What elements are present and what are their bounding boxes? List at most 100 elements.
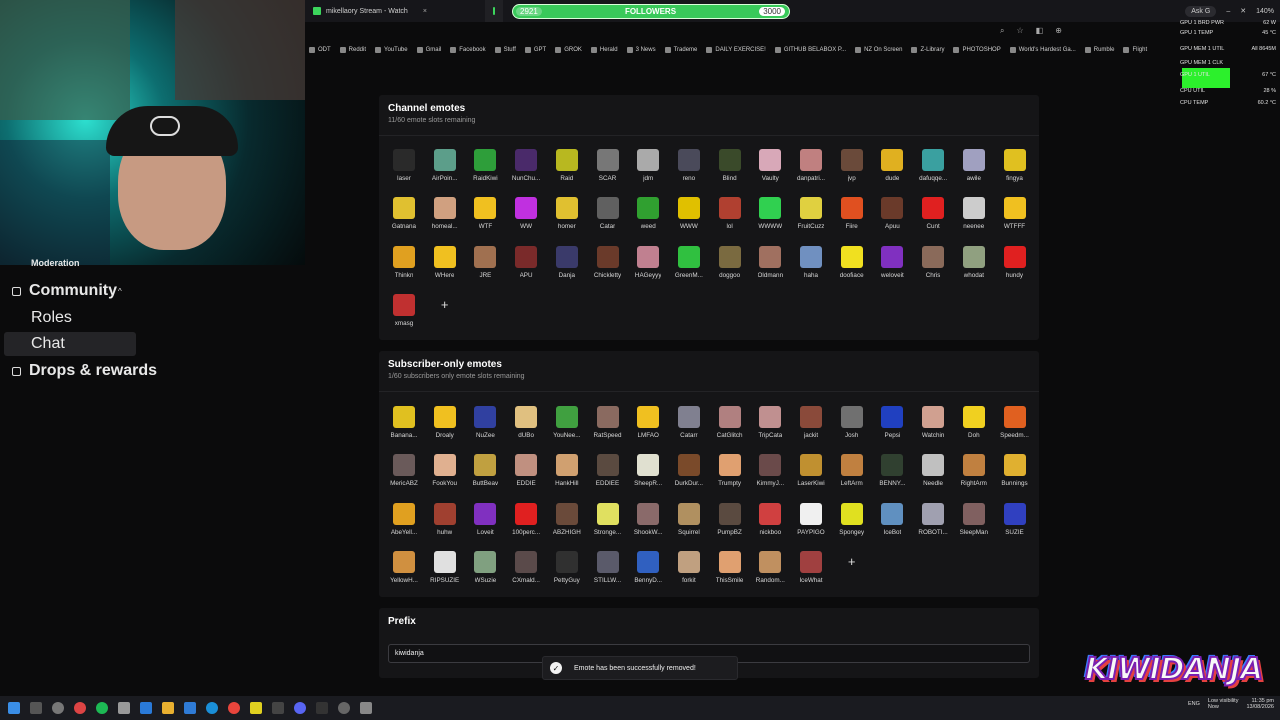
sidebar-item-moderation[interactable]: Moderation	[31, 253, 80, 273]
emote-item[interactable]: Speedm...	[995, 406, 1035, 454]
emote-item[interactable]: Catarr	[669, 406, 709, 454]
emote-item[interactable]: PAYPIGO	[791, 502, 831, 551]
emote-item[interactable]: WW	[506, 197, 546, 245]
obs-icon[interactable]	[338, 702, 350, 714]
emote-item[interactable]: LMFAO	[628, 406, 668, 454]
emote-item[interactable]: DurkDur...	[669, 454, 709, 502]
emote-item[interactable]: doggoo	[710, 245, 750, 294]
emote-item[interactable]: Trumpty	[710, 454, 750, 502]
extension-icon[interactable]: ◧	[1036, 26, 1044, 36]
spotify-icon[interactable]	[96, 702, 108, 714]
emote-item[interactable]: Cunt	[913, 197, 953, 245]
emote-item[interactable]: Banana...	[384, 406, 424, 454]
settings-icon[interactable]	[52, 702, 64, 714]
emote-item[interactable]: huhw	[425, 502, 465, 551]
emote-item[interactable]: Catar	[588, 197, 628, 245]
emote-item[interactable]: xmasg	[384, 293, 424, 342]
sidebar-item-drops[interactable]: Drops & rewards	[12, 359, 157, 383]
weather-widget[interactable]: Low visibility Now	[1208, 698, 1239, 710]
emote-item[interactable]: Doh	[954, 406, 994, 454]
emote-item[interactable]: Danja	[547, 245, 587, 294]
emote-item[interactable]: Chris	[913, 245, 953, 294]
close-window-icon[interactable]: ✕	[1240, 7, 1246, 15]
discord-icon[interactable]	[294, 702, 306, 714]
emote-item[interactable]: Droaly	[425, 406, 465, 454]
emote-item[interactable]: ROBOTI...	[913, 502, 953, 551]
emote-item[interactable]: JRE	[465, 245, 505, 294]
emote-item[interactable]: nickboo	[750, 502, 790, 551]
emote-item[interactable]: EDDIE	[506, 454, 546, 502]
bookmark-item[interactable]: GPT	[524, 47, 546, 53]
emote-item[interactable]: weed	[628, 197, 668, 245]
emote-item[interactable]: AbeYell...	[384, 502, 424, 551]
emote-item[interactable]: CXmald...	[506, 550, 546, 599]
emote-item[interactable]: PettyGuy	[547, 550, 587, 599]
bookmark-item[interactable]: PHOTOSHOP	[953, 47, 1001, 53]
bookmark-item[interactable]: Herald	[590, 47, 618, 53]
emote-item[interactable]: RightArm	[954, 454, 994, 502]
app-icon[interactable]	[184, 702, 196, 714]
sidebar-item-chat[interactable]: Chat	[4, 332, 136, 356]
emote-item[interactable]: Fiire	[832, 197, 872, 245]
sidebar-item-roles[interactable]: Roles	[31, 306, 72, 330]
emote-item[interactable]: RaidKiwi	[465, 149, 505, 197]
emote-item[interactable]: KimmyJ...	[750, 454, 790, 502]
emote-item[interactable]: CatGlitch	[710, 406, 750, 454]
bookmark-item[interactable]: Reddit	[339, 47, 366, 53]
folder-icon[interactable]	[162, 702, 174, 714]
start-icon[interactable]	[8, 702, 20, 714]
tab-close-icon[interactable]: ×	[423, 8, 427, 15]
emote-item[interactable]: WHere	[425, 245, 465, 294]
emote-item[interactable]: Spongey	[832, 502, 872, 551]
emote-item[interactable]: Vaulty	[750, 149, 790, 197]
bookmark-item[interactable]: GROK	[555, 47, 582, 53]
emote-item[interactable]: Josh	[832, 406, 872, 454]
chrome-icon[interactable]	[228, 702, 240, 714]
emote-item[interactable]: jackit	[791, 406, 831, 454]
emote-item[interactable]: homer	[547, 197, 587, 245]
emote-item[interactable]: Squirrel	[669, 502, 709, 551]
emote-item[interactable]: WTFFF	[995, 197, 1035, 245]
emote-item[interactable]: jvp	[832, 149, 872, 197]
bookmark-item[interactable]: Z-Library	[911, 47, 944, 53]
app-icon[interactable]	[360, 702, 372, 714]
app-icon[interactable]	[118, 702, 130, 714]
add-emote-button[interactable]: +	[434, 294, 456, 316]
emote-item[interactable]: whodat	[954, 245, 994, 294]
emote-item[interactable]: GreenM...	[669, 245, 709, 294]
emote-item[interactable]: SCAR	[588, 149, 628, 197]
emote-item[interactable]: Pepsi	[872, 406, 912, 454]
bookmark-item[interactable]: ODT	[309, 47, 331, 53]
clock[interactable]: 11:35 pm 13/08/2026	[1246, 698, 1274, 710]
app-icon[interactable]	[316, 702, 328, 714]
emote-item[interactable]: Random...	[750, 550, 790, 599]
emote-item[interactable]: Stronge...	[588, 502, 628, 551]
emote-item[interactable]: BennyD...	[628, 550, 668, 599]
emote-item[interactable]: neenee	[954, 197, 994, 245]
emote-item[interactable]: Watchin	[913, 406, 953, 454]
emote-item[interactable]: Loveit	[465, 502, 505, 551]
search-icon[interactable]: ⌕	[1000, 26, 1004, 36]
emote-item[interactable]: Chickletty	[588, 245, 628, 294]
emote-item[interactable]: WWWW	[750, 197, 790, 245]
emote-item[interactable]: AirPoin...	[425, 149, 465, 197]
emote-item[interactable]: ABZHIGH	[547, 502, 587, 551]
emote-item[interactable]: MericABZ	[384, 454, 424, 502]
emote-item[interactable]: awile	[954, 149, 994, 197]
bookmark-item[interactable]: YouTube	[375, 47, 408, 53]
emote-item[interactable]: HankHill	[547, 454, 587, 502]
app-icon[interactable]	[250, 702, 262, 714]
emote-item[interactable]: IceBot	[872, 502, 912, 551]
emote-item[interactable]: RatSpeed	[588, 406, 628, 454]
emote-item[interactable]: HAGeyyy	[628, 245, 668, 294]
emote-item[interactable]: fingya	[995, 149, 1035, 197]
emote-item[interactable]: YouNee...	[547, 406, 587, 454]
emote-item[interactable]: Gatnana	[384, 197, 424, 245]
bookmark-item[interactable]: Trademe	[664, 47, 697, 53]
emote-item[interactable]: Oldmann	[750, 245, 790, 294]
emote-item[interactable]: weloveit	[872, 245, 912, 294]
emote-item[interactable]: FookYou	[425, 454, 465, 502]
browser-tab[interactable]: mikellaory Stream - Watch ×	[305, 0, 485, 22]
emote-item[interactable]: WWW	[669, 197, 709, 245]
minimize-icon[interactable]: –	[1226, 8, 1230, 15]
